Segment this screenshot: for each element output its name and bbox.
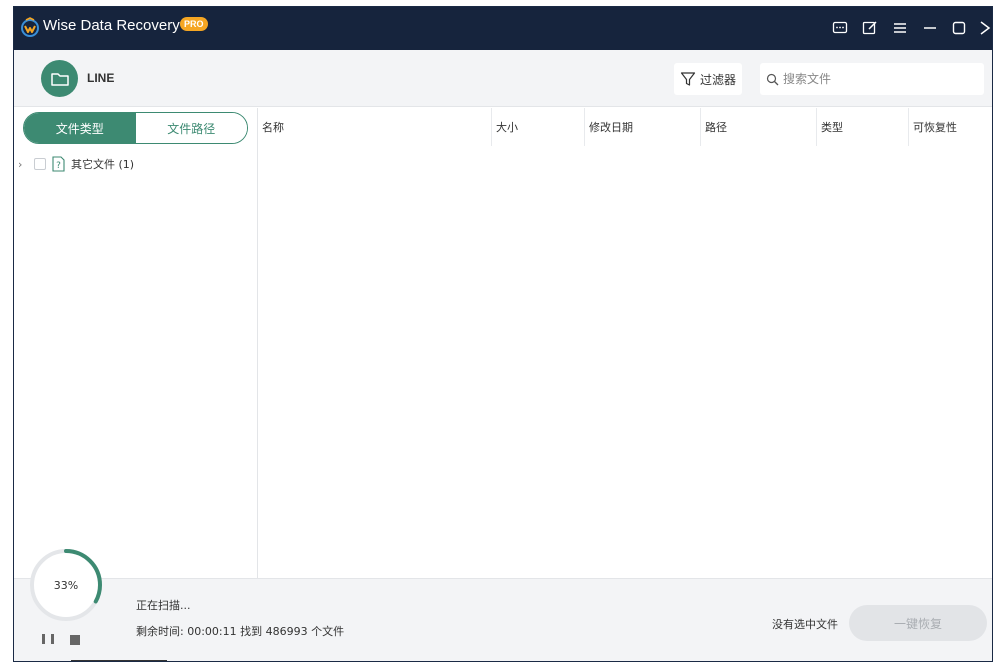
column-type[interactable]: 类型 bbox=[817, 108, 909, 146]
location-header: LINE 过滤器 bbox=[14, 50, 992, 107]
drive-label: LINE bbox=[87, 71, 115, 85]
search-box bbox=[760, 63, 984, 95]
minimize-button[interactable] bbox=[919, 17, 941, 39]
edit-icon bbox=[862, 21, 877, 35]
search-input[interactable] bbox=[783, 72, 973, 86]
left-panel: 文件类型 文件路径 › ? 其它文件 (1) bbox=[14, 108, 258, 578]
stop-button[interactable] bbox=[70, 635, 80, 645]
scan-stats: 剩余时间: 00:00:11 找到 486993 个文件 bbox=[136, 625, 345, 638]
menu-button[interactable] bbox=[889, 17, 911, 39]
folder-icon bbox=[50, 72, 69, 86]
pro-badge: PRO bbox=[180, 17, 208, 31]
close-icon bbox=[980, 21, 991, 35]
feedback-button[interactable] bbox=[829, 17, 851, 39]
menu-icon bbox=[894, 23, 906, 33]
chevron-right-icon[interactable]: › bbox=[18, 158, 30, 171]
filter-button[interactable]: 过滤器 bbox=[674, 63, 742, 95]
column-size[interactable]: 大小 bbox=[492, 108, 585, 146]
file-table: 名称 大小 修改日期 路径 类型 可恢复性 bbox=[258, 108, 992, 578]
feedback-icon bbox=[832, 21, 848, 34]
selection-status: 没有选中文件 bbox=[772, 618, 838, 631]
column-name[interactable]: 名称 bbox=[258, 108, 492, 146]
unknown-file-icon: ? bbox=[52, 156, 65, 172]
tree-item-label: 其它文件 (1) bbox=[71, 158, 135, 171]
maximize-icon bbox=[952, 21, 966, 35]
minimize-icon bbox=[924, 27, 936, 29]
table-header: 名称 大小 修改日期 路径 类型 可恢复性 bbox=[258, 108, 992, 146]
svg-text:?: ? bbox=[56, 161, 61, 171]
app-title: Wise Data Recovery bbox=[43, 17, 180, 34]
progress-percent: 33% bbox=[53, 578, 79, 592]
tab-file-path[interactable]: 文件路径 bbox=[135, 113, 247, 143]
edit-button[interactable] bbox=[859, 17, 881, 39]
tree-item-other-files[interactable]: › ? 其它文件 (1) bbox=[18, 154, 134, 174]
search-icon bbox=[766, 73, 779, 85]
app-logo-icon bbox=[21, 17, 39, 37]
drive-folder-button[interactable] bbox=[41, 60, 78, 97]
column-modified[interactable]: 修改日期 bbox=[585, 108, 701, 146]
pause-button[interactable] bbox=[42, 634, 54, 646]
close-button[interactable] bbox=[974, 17, 992, 39]
funnel-icon bbox=[680, 72, 696, 86]
title-bar: Wise Data Recovery PRO bbox=[14, 7, 992, 50]
status-footer: 33% 正在扫描... 剩余时间: 00:00:11 找到 486993 个文件… bbox=[14, 549, 992, 661]
scrollbar-thumb[interactable] bbox=[71, 660, 167, 661]
column-recoverability[interactable]: 可恢复性 bbox=[909, 108, 992, 146]
scan-status: 正在扫描... bbox=[136, 599, 191, 612]
maximize-button[interactable] bbox=[948, 17, 970, 39]
tab-file-type[interactable]: 文件类型 bbox=[24, 113, 136, 143]
view-toggle: 文件类型 文件路径 bbox=[23, 112, 248, 144]
app-window: Wise Data Recovery PRO LINE 过滤器 搜索文件 文件类… bbox=[13, 6, 993, 662]
column-path[interactable]: 路径 bbox=[701, 108, 817, 146]
recover-button[interactable]: 一键恢复 bbox=[849, 605, 987, 641]
filter-label: 过滤器 bbox=[700, 72, 737, 87]
tree-item-checkbox[interactable] bbox=[34, 158, 46, 170]
